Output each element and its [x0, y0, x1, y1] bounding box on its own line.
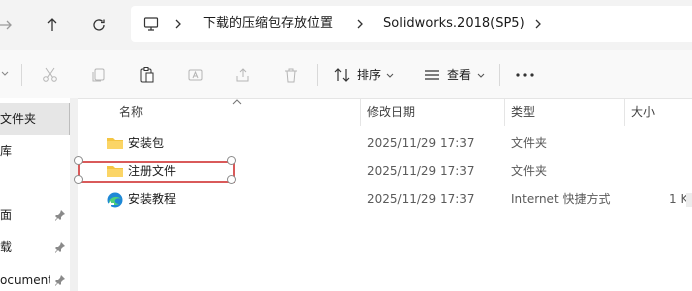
share-icon: [236, 68, 249, 82]
toolbar-divider: [317, 64, 318, 86]
up-button[interactable]: [38, 11, 66, 39]
scrollbar-thumb[interactable]: [686, 193, 692, 207]
pin-icon: [54, 209, 66, 221]
file-date: 2025/11/29 17:37: [367, 164, 475, 178]
chevron-right-icon[interactable]: [355, 18, 365, 33]
nav-item-folders[interactable]: 文件夹: [0, 110, 60, 128]
edge-shortcut-icon: [106, 191, 124, 209]
more-options-icon[interactable]: [515, 68, 535, 82]
file-type: 文件夹: [511, 164, 548, 178]
breadcrumb-folder[interactable]: 下载的压缩包存放位置: [203, 6, 333, 42]
column-header-date[interactable]: 修改日期: [367, 101, 415, 123]
file-name[interactable]: 安装教程: [128, 190, 176, 208]
breadcrumb-current[interactable]: Solidworks.2018(SP5): [383, 6, 525, 42]
trash-icon: [285, 68, 297, 83]
nav-item-desktop[interactable]: 面: [0, 206, 50, 224]
folder-icon: [106, 136, 124, 153]
pin-icon: [54, 241, 66, 253]
sort-caret-up-icon: [231, 95, 243, 109]
pin-icon: [54, 274, 66, 286]
column-header-size[interactable]: 大小: [631, 101, 655, 123]
nav-item-documents[interactable]: ocuments: [0, 271, 50, 289]
cut-button[interactable]: [38, 63, 62, 87]
resize-handle[interactable]: [74, 156, 83, 165]
delete-button[interactable]: [279, 63, 303, 87]
file-date: 2025/11/29 17:37: [367, 192, 475, 206]
resize-handle[interactable]: [227, 156, 236, 165]
share-button[interactable]: [231, 63, 255, 87]
file-name[interactable]: 安装包: [128, 134, 164, 152]
toolbar-divider: [21, 64, 22, 86]
arrow-up-icon: [47, 18, 57, 31]
paste-button[interactable]: [135, 63, 159, 87]
view-icon: [423, 67, 441, 83]
forward-button[interactable]: [0, 11, 20, 39]
chevron-right-icon[interactable]: [173, 18, 183, 33]
file-date: 2025/11/29 17:37: [367, 136, 475, 150]
column-header-name[interactable]: 名称: [119, 101, 143, 123]
rename-button[interactable]: [184, 63, 208, 87]
chevron-down-icon[interactable]: [476, 70, 486, 84]
scissors-icon: [43, 67, 57, 82]
chevron-down-icon[interactable]: [0, 68, 10, 82]
copy-icon: [92, 68, 105, 82]
this-pc-icon: [143, 16, 159, 32]
rename-icon: [188, 69, 203, 81]
sort-icon: [333, 66, 351, 84]
chevron-down-icon[interactable]: [385, 70, 395, 84]
chevron-right-icon[interactable]: [533, 18, 543, 33]
clipboard-icon: [140, 67, 154, 83]
sort-button-label[interactable]: 排序: [357, 66, 381, 84]
resize-handle[interactable]: [227, 175, 236, 184]
resize-handle[interactable]: [74, 175, 83, 184]
nav-item-downloads[interactable]: 载: [0, 238, 50, 256]
arrow-right-icon: [0, 20, 12, 30]
file-type: Internet 快捷方式: [511, 192, 611, 206]
copy-button[interactable]: [87, 63, 111, 87]
column-header-type[interactable]: 类型: [511, 101, 535, 123]
column-divider[interactable]: [504, 98, 505, 126]
file-type: 文件夹: [511, 136, 548, 150]
refresh-icon: [93, 19, 105, 31]
column-divider[interactable]: [360, 98, 361, 126]
column-divider[interactable]: [624, 98, 625, 126]
view-button-label[interactable]: 查看: [447, 66, 471, 84]
annotation-highlight-box: [78, 161, 235, 183]
nav-item-library[interactable]: 库: [0, 142, 60, 160]
toolbar-divider: [499, 64, 500, 86]
nav-scrollbar[interactable]: [70, 98, 78, 291]
refresh-button[interactable]: [85, 11, 113, 39]
